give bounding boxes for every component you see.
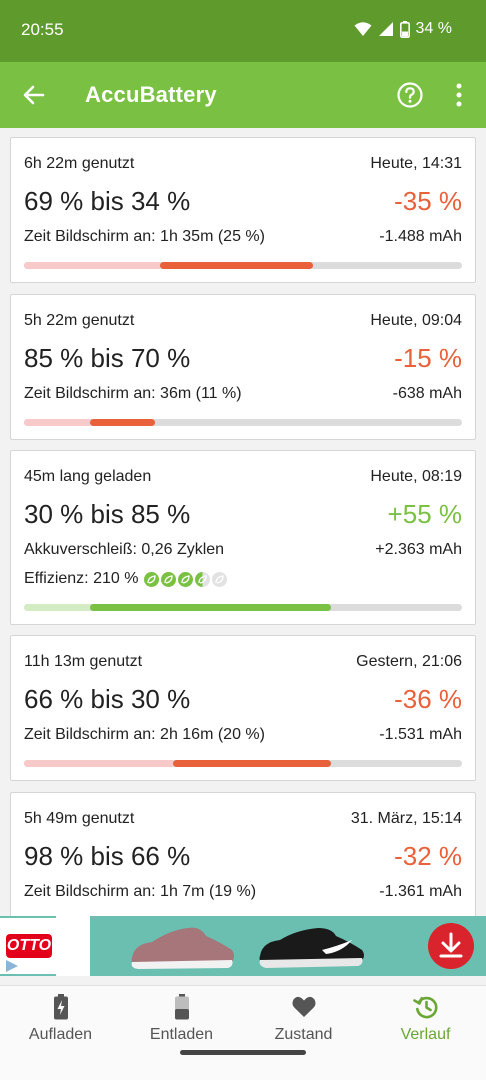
tab-label: Verlauf [400, 1026, 451, 1043]
session-mah: -1.361 mAh [379, 883, 462, 900]
session-delta: -35 % [394, 186, 462, 216]
session-delta: -15 % [394, 343, 462, 373]
back-arrow-icon[interactable] [20, 81, 48, 109]
level-bar-before [24, 604, 90, 611]
battery-charging-icon [53, 994, 68, 1020]
session-delta: -32 % [394, 841, 462, 871]
history-icon [412, 996, 437, 1019]
session-timestamp: Heute, 14:31 [370, 155, 462, 172]
level-bar-before [24, 760, 173, 767]
level-bar [24, 760, 462, 767]
heart-icon [291, 996, 316, 1017]
session-range: 98 % bis 66 % [24, 841, 191, 871]
efficiency-rating [144, 571, 228, 587]
level-bar-before [24, 262, 160, 269]
session-efficiency: Effizienz: 210 % [24, 570, 139, 587]
level-bar-before [24, 419, 90, 426]
session-list[interactable]: 6h 22m genutzt Heute, 14:31 69 % bis 34 %… [0, 128, 486, 916]
tab-zustand[interactable]: Zustand [243, 994, 364, 1044]
leaf-icon [212, 571, 228, 587]
ad-banner[interactable]: OTTO [0, 916, 486, 976]
session-duration: 5h 22m genutzt [24, 312, 135, 329]
level-bar [24, 262, 462, 269]
level-bar-fill [159, 262, 314, 269]
session-screen-time: Zeit Bildschirm an: 1h 7m (19 %) [24, 883, 257, 900]
level-bar-fill [89, 419, 156, 426]
leaf-icon [144, 571, 160, 587]
session-range: 85 % bis 70 % [24, 343, 191, 373]
session-duration: 45m lang geladen [24, 468, 152, 485]
session-duration: 5h 49m genutzt [24, 810, 135, 827]
session-screen-time: Zeit Bildschirm an: 2h 16m (20 %) [24, 726, 265, 743]
session-duration: 11h 13m genutzt [24, 653, 143, 670]
status-bar: 20:55 34 % [0, 0, 486, 62]
session-range: 66 % bis 30 % [24, 684, 191, 714]
battery-discharging-icon [174, 994, 189, 1020]
session-card[interactable]: 5h 22m genutzt Heute, 09:04 85 % bis 70 %… [10, 294, 476, 440]
session-duration: 6h 22m genutzt [24, 155, 135, 172]
session-screen-time: Zeit Bildschirm an: 36m (11 %) [24, 385, 242, 402]
battery-icon [399, 20, 410, 38]
session-wear: Akkuverschleiß: 0,26 Zyklen [24, 541, 225, 558]
tab-verlauf[interactable]: Verlauf [365, 994, 486, 1044]
sneaker-pink-icon [131, 927, 234, 969]
sneaker-black-icon [259, 928, 364, 968]
session-mah: +2.363 mAh [375, 541, 462, 558]
gesture-handle[interactable] [180, 1050, 306, 1055]
download-icon [439, 932, 463, 958]
session-delta: +55 % [387, 499, 462, 529]
session-mah: -1.488 mAh [379, 228, 462, 245]
level-bar [24, 604, 462, 611]
leaf-icon [178, 571, 194, 587]
bottom-navigation: Aufladen Entladen Zustand Verlauf [0, 985, 486, 1080]
ad-choices-icon[interactable] [4, 958, 20, 974]
level-bar-fill [89, 604, 331, 611]
status-icons: 34 % [354, 20, 452, 38]
session-range: 30 % bis 85 % [24, 499, 191, 529]
tab-label: Entladen [149, 1026, 214, 1043]
session-timestamp: Heute, 09:04 [370, 312, 462, 329]
session-range: 69 % bis 34 % [24, 186, 191, 216]
tab-entladen[interactable]: Entladen [121, 994, 242, 1044]
download-button[interactable] [428, 923, 474, 969]
tab-label: Zustand [274, 1026, 333, 1043]
session-timestamp: 31. März, 15:14 [350, 810, 462, 827]
battery-percent: 34 % [415, 20, 452, 37]
app-title: AccuBattery [85, 82, 217, 107]
session-card[interactable]: 5h 49m genutzt 31. März, 15:14 98 % bis 6… [10, 792, 476, 916]
tab-label: Aufladen [28, 1026, 93, 1043]
session-delta: -36 % [394, 684, 462, 714]
session-card[interactable]: 45m lang geladen Heute, 08:19 30 % bis 85… [10, 450, 476, 625]
tab-aufladen[interactable]: Aufladen [0, 994, 121, 1044]
session-mah: -1.531 mAh [379, 726, 462, 743]
session-mah: -638 mAh [392, 385, 462, 402]
leaf-icon [161, 571, 177, 587]
more-options-icon[interactable] [450, 81, 468, 109]
session-screen-time: Zeit Bildschirm an: 1h 35m (25 %) [24, 228, 265, 245]
session-card[interactable]: 11h 13m genutzt Gestern, 21:06 66 % bis 3… [10, 635, 476, 781]
session-card[interactable]: 6h 22m genutzt Heute, 14:31 69 % bis 34 %… [10, 137, 476, 283]
status-time: 20:55 [21, 20, 64, 39]
wifi-icon [354, 22, 372, 36]
level-bar-fill [172, 760, 331, 767]
signal-icon [378, 22, 393, 36]
level-bar [24, 419, 462, 426]
help-icon[interactable] [396, 81, 424, 109]
session-timestamp: Gestern, 21:06 [356, 653, 462, 670]
session-timestamp: Heute, 08:19 [370, 468, 462, 485]
app-bar: AccuBattery [0, 62, 486, 128]
leaf-icon [195, 571, 211, 587]
